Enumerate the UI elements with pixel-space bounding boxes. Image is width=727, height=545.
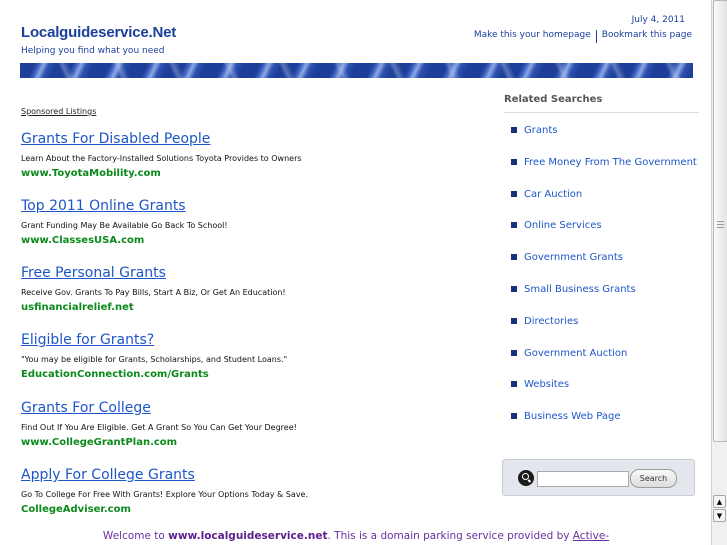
listing-url[interactable]: www.ToyotaMobility.com (21, 168, 491, 180)
related-search-item[interactable]: Online Services (511, 218, 706, 232)
listing-url[interactable]: CollegeAdviser.com (21, 504, 491, 516)
listing: Grants For College Find Out If You Are E… (21, 400, 491, 449)
related-search-label: Grants (524, 124, 558, 136)
footer-middle: . This is a domain parking service provi… (327, 530, 573, 542)
related-search-label: Directories (524, 315, 579, 327)
link-divider (595, 30, 597, 43)
sponsored-listings-label: Sponsored Listings (21, 107, 97, 116)
listing-description: Go To College For Free With Grants! Expl… (21, 490, 309, 499)
vertical-scrollbar[interactable]: ▲ ▼ (711, 0, 727, 545)
related-search-item[interactable]: Directories (511, 314, 706, 328)
square-bullet-icon (511, 381, 517, 387)
related-search-item[interactable]: Small Business Grants (511, 282, 706, 296)
top-links: Make this your homepage Bookmark this pa… (474, 30, 692, 43)
square-bullet-icon (511, 191, 517, 197)
listing-description: Find Out If You Are Eligible. Get A Gran… (21, 423, 297, 432)
footer-provider-link[interactable]: Active- (573, 530, 609, 542)
search-button[interactable]: Search (630, 469, 677, 488)
search-icon (518, 470, 534, 486)
page: Localguideservice.Net Helping you find w… (0, 0, 712, 545)
site-tagline: Helping you find what you need (21, 46, 165, 56)
related-search-label: Online Services (524, 219, 602, 231)
related-search-item[interactable]: Websites (511, 377, 706, 391)
listing-title[interactable]: Eligible for Grants? (21, 332, 491, 349)
date-label: July 4, 2011 (631, 15, 685, 25)
square-bullet-icon (511, 413, 517, 419)
bookmark-link[interactable]: Bookmark this page (602, 30, 692, 43)
listing-title[interactable]: Grants For College (21, 400, 491, 417)
listing: Eligible for Grants? "You may be eligibl… (21, 332, 491, 381)
square-bullet-icon (511, 222, 517, 228)
listing-url[interactable]: usfinancialrelief.net (21, 302, 491, 314)
related-search-label: Government Auction (524, 347, 628, 359)
header-banner (20, 63, 693, 78)
footer-prefix: Welcome to (102, 530, 169, 542)
search-input[interactable] (537, 471, 629, 487)
scrollbar-thumb[interactable] (713, 0, 727, 442)
square-bullet-icon (511, 318, 517, 324)
listing-url[interactable]: www.ClassesUSA.com (21, 235, 491, 247)
related-search-item[interactable]: Government Grants (511, 250, 706, 264)
listing-title[interactable]: Top 2011 Online Grants (21, 198, 491, 215)
related-search-item[interactable]: Car Auction (511, 187, 706, 201)
related-search-item[interactable]: Business Web Page (511, 409, 706, 423)
site-title[interactable]: Localguideservice.Net (21, 24, 176, 41)
listing-description: "You may be eligible for Grants, Scholar… (21, 355, 288, 364)
related-search-item[interactable]: Government Auction (511, 346, 706, 360)
arrow-up-icon[interactable]: ▲ (713, 495, 726, 508)
search-box: Search (502, 459, 695, 496)
square-bullet-icon (511, 254, 517, 260)
related-search-label: Free Money From The Government (524, 156, 697, 168)
square-bullet-icon (511, 127, 517, 133)
footer-domain: www.localguideservice.net (168, 530, 328, 542)
related-search-label: Small Business Grants (524, 283, 636, 295)
square-bullet-icon (511, 286, 517, 292)
square-bullet-icon (511, 159, 517, 165)
listing-title[interactable]: Grants For Disabled People (21, 131, 491, 148)
listing-url[interactable]: www.CollegeGrantPlan.com (21, 437, 491, 449)
grip-icon (717, 221, 724, 222)
listing-description: Grant Funding May Be Available Go Back T… (21, 221, 228, 230)
square-bullet-icon (511, 350, 517, 356)
listing-title[interactable]: Free Personal Grants (21, 265, 491, 282)
related-search-label: Business Web Page (524, 410, 621, 422)
related-divider (504, 112, 699, 113)
related-search-label: Websites (524, 378, 570, 390)
footer-text: Welcome to www.localguideservice.net. Th… (0, 530, 712, 542)
make-homepage-link[interactable]: Make this your homepage (474, 30, 591, 43)
listing-description: Receive Gov. Grants To Pay Bills, Start … (21, 288, 286, 297)
listing: Free Personal Grants Receive Gov. Grants… (21, 265, 491, 314)
arrow-down-icon[interactable]: ▼ (713, 509, 726, 522)
listing-description: Learn About the Factory-Installed Soluti… (21, 154, 302, 163)
listing-title[interactable]: Apply For College Grants (21, 467, 491, 484)
listing-url[interactable]: EducationConnection.com/Grants (21, 369, 491, 381)
listing: Grants For Disabled People Learn About t… (21, 131, 491, 180)
related-search-label: Car Auction (524, 188, 583, 200)
related-searches-title: Related Searches (504, 94, 603, 105)
related-search-item[interactable]: Grants (511, 123, 706, 137)
listing: Top 2011 Online Grants Grant Funding May… (21, 198, 491, 247)
listing: Apply For College Grants Go To College F… (21, 467, 491, 516)
related-search-item[interactable]: Free Money From The Government (511, 155, 706, 169)
related-search-label: Government Grants (524, 251, 623, 263)
